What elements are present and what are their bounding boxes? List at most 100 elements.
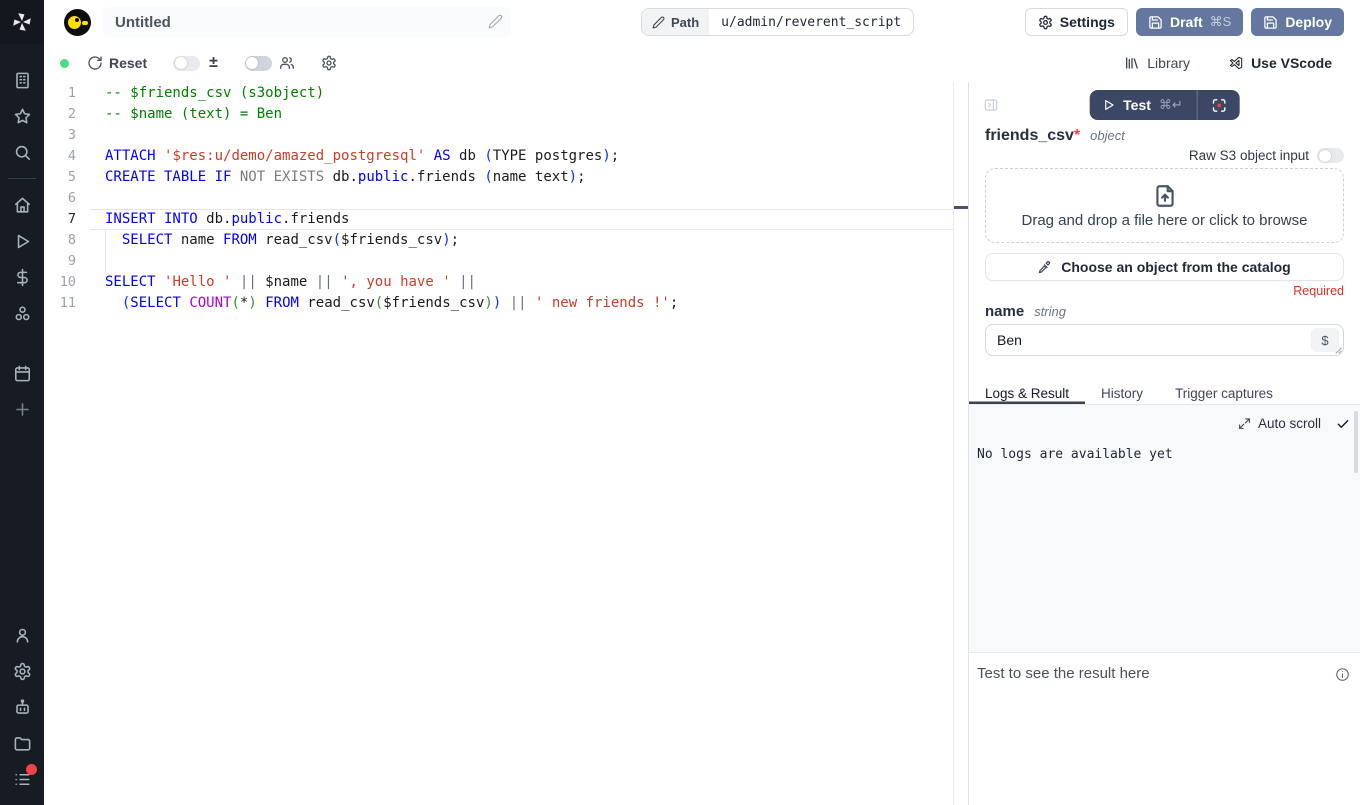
use-vscode-button[interactable]: Use VScode [1228,55,1332,71]
line-number: 10 [44,272,90,293]
code-line-9[interactable]: 9 [44,251,968,272]
code-line-10[interactable]: 10SELECT 'Hello ' || $name || ', you hav… [44,272,968,293]
line-number: 5 [44,167,90,188]
code-line-8[interactable]: 8 SELECT name FROM read_csv($friends_csv… [44,230,968,251]
home-icon[interactable] [0,187,44,223]
windmill-logo-icon[interactable] [0,0,44,44]
required-hint: Required [985,284,1344,298]
result-tabs: Logs & Result History Trigger captures [969,382,1360,405]
pipette-icon [1038,260,1052,274]
variables-dollar-icon[interactable] [0,259,44,295]
editor-toolbar: Reset ± Library Use VScode [44,44,1360,82]
code-line-2[interactable]: 2-- $name (text) = Ben [44,104,968,125]
indent-guide [105,230,106,272]
result-pane: Test to see the result here [969,653,1360,805]
file-upload-icon [1152,183,1178,209]
auto-scroll-label[interactable]: Auto scroll [1258,416,1321,431]
plus-minus-button[interactable]: ± [209,54,218,72]
settings-button[interactable]: Settings [1025,8,1128,36]
code-line-1[interactable]: 1-- $friends_csv (s3object) [44,83,968,104]
collapse-panel-icon[interactable] [983,97,999,118]
code-line-6[interactable]: 6 [44,188,968,209]
arg-friends-csv-label: friends_csv* [985,127,1080,145]
draft-shortcut: ⌘S [1210,14,1232,30]
workspace-building-icon[interactable] [0,62,44,98]
capture-run-button[interactable] [1198,90,1240,120]
top-bar: Path u/admin/reverent_script Settings Dr… [44,0,1360,44]
ai-assistant-robot-icon[interactable] [0,689,44,725]
line-number: 7 [44,209,90,230]
tab-logs-result[interactable]: Logs & Result [969,382,1085,404]
schedules-calendar-icon[interactable] [0,355,44,391]
favorites-star-icon[interactable] [0,98,44,134]
required-asterisk: * [1074,127,1080,144]
test-button[interactable]: Test ⌘↵ [1089,90,1197,120]
test-shortcut: ⌘↵ [1159,97,1183,113]
gear-icon [1038,15,1053,30]
file-dropzone[interactable]: Drag and drop a file here or click to br… [985,168,1344,243]
cursor-overview-mark [954,206,968,209]
resources-icon[interactable] [0,295,44,331]
deploy-button[interactable]: Deploy [1251,8,1344,36]
tab-history[interactable]: History [1085,382,1159,404]
line-number: 4 [44,146,90,167]
runs-play-icon[interactable] [0,223,44,259]
logs-empty-message: No logs are available yet [977,447,1360,462]
logs-scrollbar[interactable] [1354,411,1358,473]
editor-settings-gear-icon[interactable] [321,55,337,71]
path-label: Path [671,15,699,30]
arg-friends-csv-type: object [1090,128,1125,143]
folders-icon[interactable] [0,725,44,761]
raw-s3-toggle[interactable] [1317,148,1344,163]
line-number: 1 [44,83,90,104]
code-editor[interactable]: 1-- $friends_csv (s3object)2-- $name (te… [44,82,968,805]
code-line-11[interactable]: 11 (SELECT COUNT(*) FROM read_csv($frien… [44,293,968,314]
code-line-5[interactable]: 5CREATE TABLE IF NOT EXISTS db.public.fr… [44,167,968,188]
tab-trigger-captures[interactable]: Trigger captures [1159,382,1289,404]
sidebar-divider [8,178,36,179]
app-root: Path u/admin/reverent_script Settings Dr… [0,0,1360,805]
dropzone-label: Drag and drop a file here or click to br… [1022,212,1308,229]
collab-toggle[interactable] [245,56,272,71]
save-icon [1263,15,1278,30]
pending-jobs-list-icon[interactable] [0,761,44,797]
search-icon[interactable] [0,134,44,170]
vscode-icon [1228,55,1244,71]
create-plus-icon[interactable] [0,391,44,427]
name-value-input[interactable] [985,324,1344,356]
scan-record-icon [1210,97,1227,114]
arg-name-type: string [1034,304,1066,319]
editor-overview-ruler[interactable] [953,82,968,805]
left-sidebar [0,0,44,805]
line-number: 2 [44,104,90,125]
choose-object-catalog-button[interactable]: Choose an object from the catalog [985,253,1344,281]
path-button[interactable]: Path u/admin/reverent_script [641,8,914,36]
play-icon [1101,98,1115,112]
library-button[interactable]: Library [1124,55,1190,71]
diff-toggle[interactable] [173,56,200,71]
code-line-7[interactable]: 7INSERT INTO db.public.friends [44,209,968,230]
line-number: 8 [44,230,90,251]
edit-title-pencil-icon[interactable] [488,14,503,34]
line-number: 11 [44,293,90,314]
notification-dot [26,764,37,775]
info-icon[interactable] [1335,667,1350,682]
expand-logs-icon[interactable] [1238,417,1251,430]
code-line-3[interactable]: 3 [44,125,968,146]
logs-pane: Auto scroll No logs are available yet [969,405,1360,653]
library-icon [1124,55,1140,71]
edit-path-pencil-icon [652,16,665,29]
arg-name-label: name [985,303,1024,320]
code-line-4[interactable]: 4ATTACH '$res:u/demo/amazed_postgresql' … [44,146,968,167]
collaborators-users-icon[interactable] [279,55,295,71]
line-number: 6 [44,188,90,209]
path-value: u/admin/reverent_script [709,9,913,35]
resize-handle[interactable] [1333,345,1342,354]
draft-button[interactable]: Draft⌘S [1136,8,1243,36]
settings-gear-icon[interactable] [0,653,44,689]
script-title-input[interactable] [103,7,511,37]
user-icon[interactable] [0,617,44,653]
auto-scroll-check-icon[interactable] [1336,417,1350,431]
reset-button[interactable]: Reset [87,55,147,71]
line-number: 3 [44,125,90,146]
